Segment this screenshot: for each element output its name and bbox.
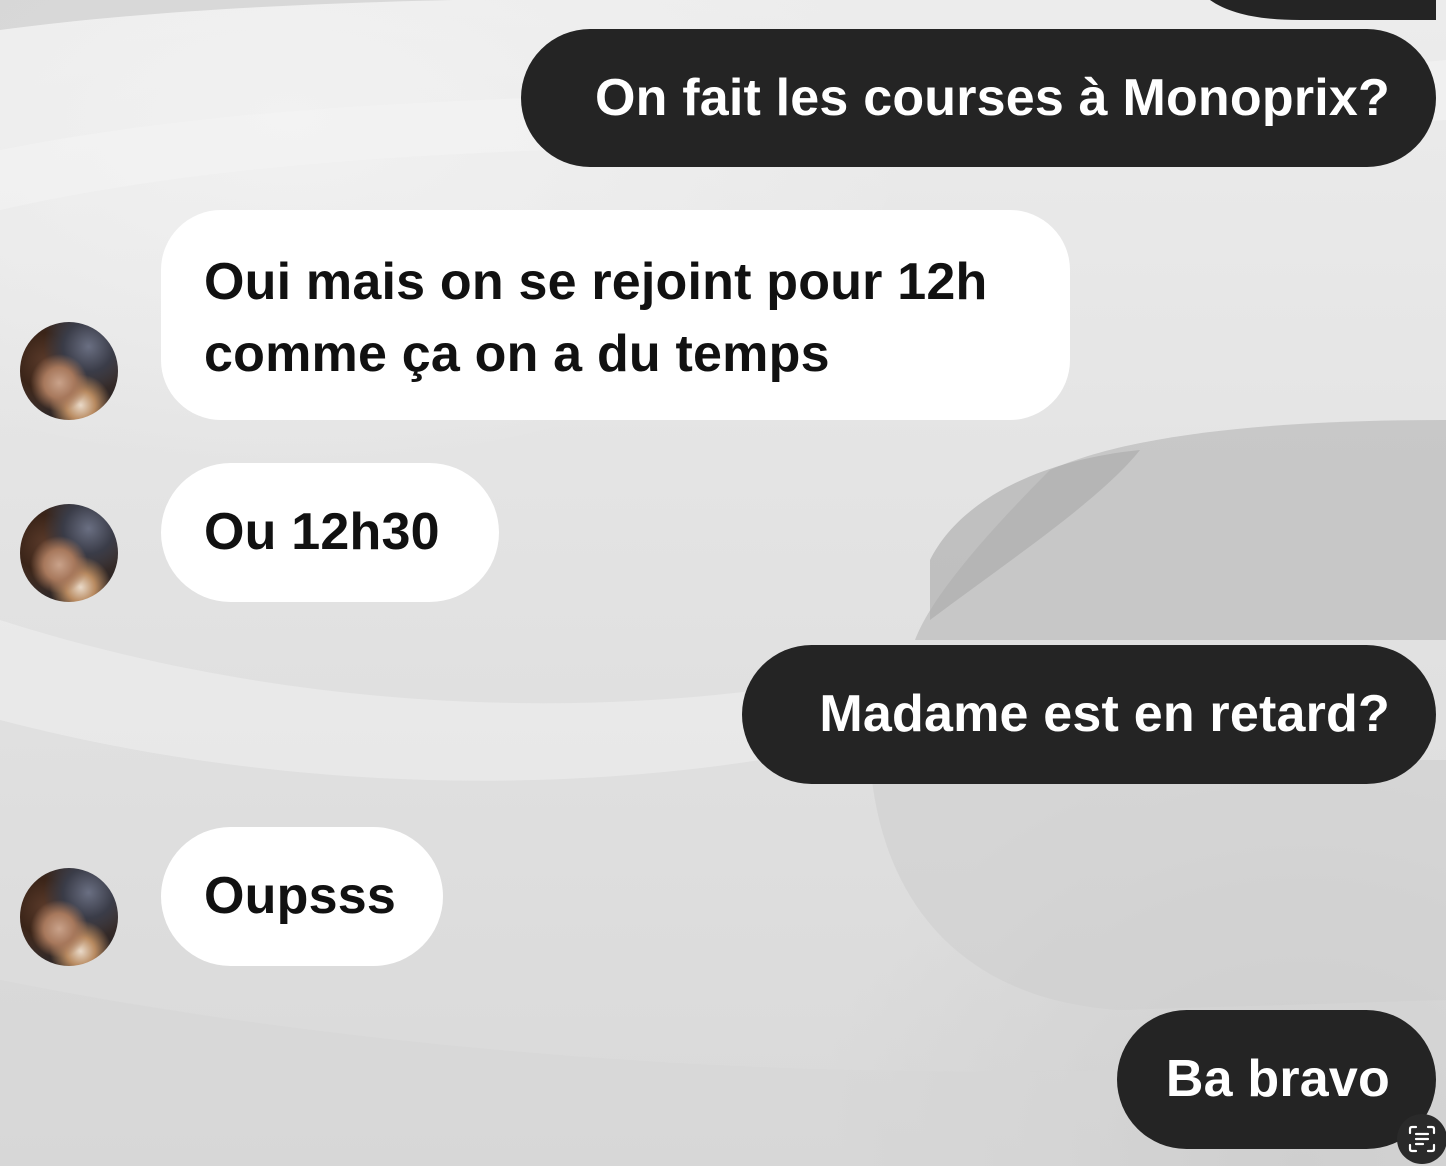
outgoing-message[interactable]: Madame est en retard? [742,645,1436,784]
message-text-line: comme ça on a du temps [204,325,830,383]
live-text-button[interactable] [1397,1114,1446,1164]
incoming-message[interactable]: Oupsss [161,827,443,966]
contact-avatar[interactable] [20,868,118,966]
message-text: Ba bravo [1165,1050,1390,1108]
outgoing-message[interactable]: Ba bravo [1117,1010,1436,1149]
message-text-line: Oui mais on se rejoint pour 12h [204,253,988,311]
text-scan-icon [1408,1125,1436,1153]
message-text: Oupsss [204,867,396,925]
incoming-message[interactable]: Ou 12h30 [161,463,499,602]
contact-avatar[interactable] [20,322,118,420]
message-text: On fait les courses à Monoprix? [594,69,1390,127]
message-text: Ou 12h30 [204,503,440,561]
contact-avatar[interactable] [20,504,118,602]
outgoing-message[interactable]: On fait les courses à Monoprix? [521,29,1436,167]
message-text: Madame est en retard? [819,685,1390,743]
incoming-message[interactable]: Oui mais on se rejoint pour 12h comme ça… [161,210,1070,420]
